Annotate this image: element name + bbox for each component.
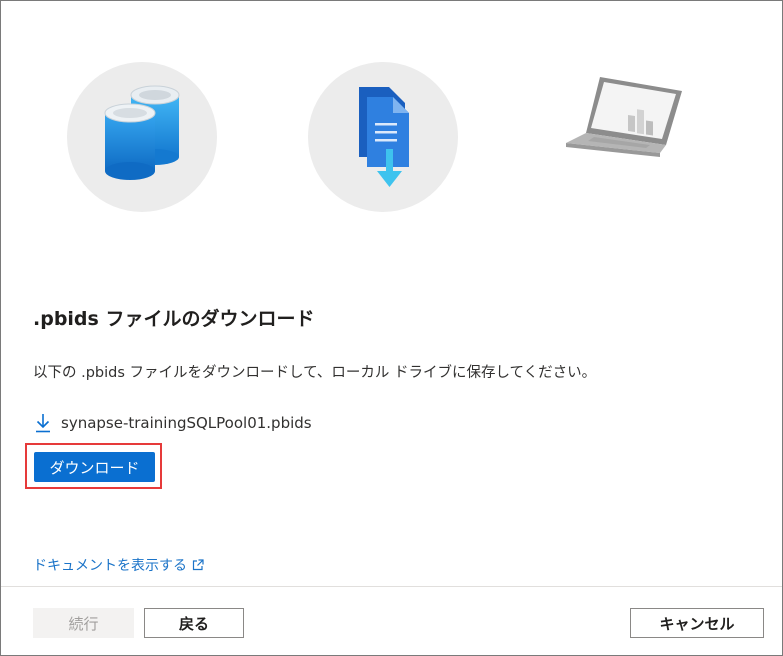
back-button[interactable]: 戻る — [144, 608, 244, 638]
continue-button[interactable]: 続行 — [33, 608, 134, 638]
external-link-icon — [192, 559, 204, 571]
laptop-icon — [566, 77, 682, 157]
dialog-title: .pbids ファイルのダウンロード — [33, 308, 315, 330]
file-download-icon — [359, 87, 409, 187]
download-icon — [36, 414, 50, 433]
download-button[interactable]: ダウンロード — [34, 452, 155, 482]
cancel-button[interactable]: キャンセル — [630, 608, 764, 638]
file-name: synapse-trainingSQLPool01.pbids — [61, 414, 312, 432]
footer-divider — [1, 586, 782, 587]
docs-link-label[interactable]: ドキュメントを表示する — [33, 555, 187, 575]
dialog: .pbids ファイルのダウンロード 以下の .pbids ファイルをダウンロー… — [0, 0, 783, 656]
dialog-description: 以下の .pbids ファイルをダウンロードして、ローカル ドライブに保存してく… — [33, 365, 597, 381]
file-row: synapse-trainingSQLPool01.pbids — [35, 409, 312, 437]
database-icon — [104, 85, 180, 180]
docs-link[interactable]: ドキュメントを表示する — [33, 555, 204, 575]
